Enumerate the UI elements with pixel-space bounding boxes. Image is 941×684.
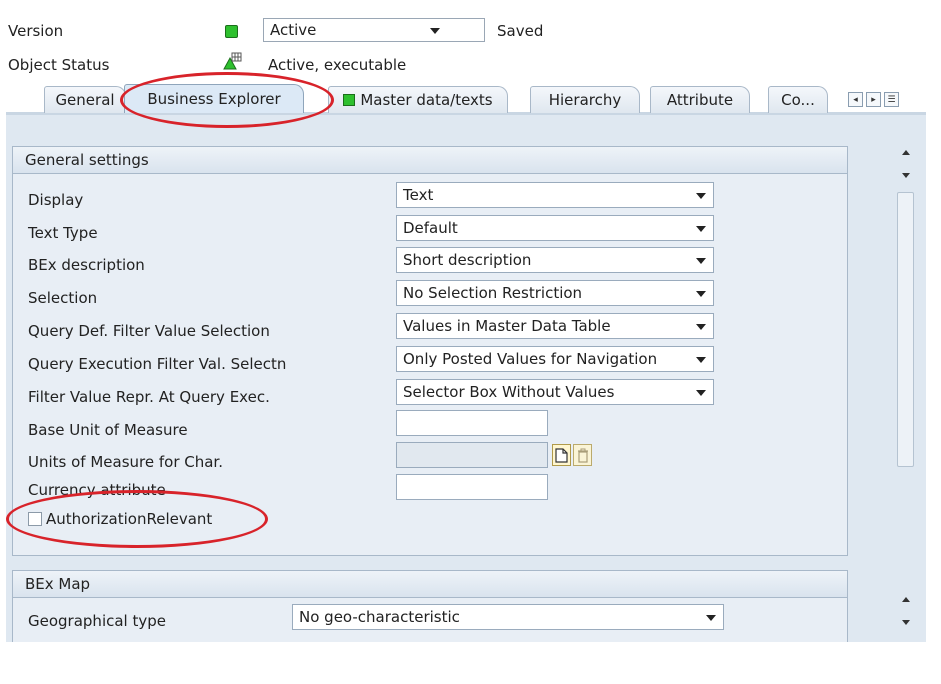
object-status-value: Active, executable bbox=[268, 56, 407, 74]
text-type-value: Default bbox=[403, 219, 458, 237]
chevron-down-icon[interactable] bbox=[696, 291, 706, 297]
tab-compounding[interactable]: Co... bbox=[768, 86, 828, 113]
bex-description-label: BEx description bbox=[28, 256, 145, 274]
query-def-filter-label: Query Def. Filter Value Selection bbox=[28, 322, 270, 340]
geographical-type-label: Geographical type bbox=[28, 612, 166, 630]
filter-value-repr-value: Selector Box Without Values bbox=[403, 383, 615, 401]
filter-value-repr-label: Filter Value Repr. At Query Exec. bbox=[28, 388, 270, 406]
tab-label: Hierarchy bbox=[548, 91, 622, 109]
geographical-type-value: No geo-characteristic bbox=[299, 608, 460, 626]
chevron-down-icon[interactable] bbox=[696, 357, 706, 363]
query-exec-filter-select[interactable]: Only Posted Values for Navigation bbox=[396, 346, 714, 372]
trash-icon bbox=[577, 448, 588, 463]
active-status-icon bbox=[343, 94, 356, 106]
query-def-filter-value: Values in Master Data Table bbox=[403, 317, 611, 335]
object-status-label: Object Status bbox=[8, 56, 110, 74]
selection-label: Selection bbox=[28, 289, 98, 307]
display-select[interactable]: Text bbox=[396, 182, 714, 208]
tab-scroll-left-button[interactable]: ◂ bbox=[848, 92, 863, 107]
tab-label: Business Explorer bbox=[147, 90, 281, 108]
query-exec-filter-label: Query Execution Filter Val. Selectn bbox=[28, 355, 287, 373]
text-type-select[interactable]: Default bbox=[396, 215, 714, 241]
bex-description-value: Short description bbox=[403, 251, 532, 269]
authorization-relevant-checkbox[interactable] bbox=[28, 512, 42, 526]
tab-attribute[interactable]: Attribute bbox=[650, 86, 750, 113]
currency-attribute-input[interactable] bbox=[396, 474, 548, 500]
tab-label: Attribute bbox=[666, 91, 734, 109]
authorization-relevant-label: AuthorizationRelevant bbox=[46, 510, 213, 528]
base-unit-input[interactable] bbox=[396, 410, 548, 436]
chevron-down-icon[interactable] bbox=[706, 615, 716, 621]
units-of-measure-input bbox=[396, 442, 548, 468]
scrollbar-thumb[interactable] bbox=[897, 192, 914, 467]
units-of-measure-label: Units of Measure for Char. bbox=[28, 453, 223, 471]
display-value: Text bbox=[403, 186, 434, 204]
tab-label: General bbox=[55, 91, 115, 109]
chevron-down-icon[interactable] bbox=[696, 390, 706, 396]
filter-value-repr-select[interactable]: Selector Box Without Values bbox=[396, 379, 714, 405]
geographical-type-select[interactable]: No geo-characteristic bbox=[292, 604, 724, 630]
create-document-button[interactable] bbox=[552, 444, 571, 466]
new-document-icon bbox=[555, 447, 568, 463]
tab-label: Co... bbox=[781, 91, 815, 109]
general-settings-title: General settings bbox=[13, 147, 847, 174]
bex-description-select[interactable]: Short description bbox=[396, 247, 714, 273]
selection-select[interactable]: No Selection Restriction bbox=[396, 280, 714, 306]
chevron-down-icon[interactable] bbox=[696, 226, 706, 232]
chevron-down-icon[interactable] bbox=[696, 258, 706, 264]
tab-scroll-right-button[interactable]: ▸ bbox=[866, 92, 881, 107]
tab-label: Master data/texts bbox=[360, 91, 493, 109]
version-select-value: Active bbox=[270, 21, 317, 39]
tab-business-explorer[interactable]: Business Explorer bbox=[124, 84, 304, 113]
chevron-down-icon[interactable] bbox=[696, 324, 706, 330]
version-select[interactable]: Active bbox=[263, 18, 485, 42]
scroll-up-icon[interactable] bbox=[902, 150, 910, 155]
chevron-down-icon[interactable] bbox=[430, 28, 440, 34]
currency-attribute-label: Currency attribute bbox=[28, 481, 166, 499]
tab-general[interactable]: General bbox=[44, 86, 126, 113]
display-label: Display bbox=[28, 191, 84, 209]
bex-map-title: BEx Map bbox=[13, 571, 847, 598]
text-type-label: Text Type bbox=[28, 224, 98, 242]
scroll-down-icon[interactable] bbox=[902, 620, 910, 625]
tab-master-data-texts[interactable]: Master data/texts bbox=[328, 86, 508, 113]
active-status-icon bbox=[225, 25, 238, 38]
delete-button[interactable] bbox=[573, 444, 592, 466]
chevron-down-icon[interactable] bbox=[696, 193, 706, 199]
executable-status-icon bbox=[223, 52, 243, 70]
query-exec-filter-value: Only Posted Values for Navigation bbox=[403, 350, 658, 368]
query-def-filter-select[interactable]: Values in Master Data Table bbox=[396, 313, 714, 339]
version-state: Saved bbox=[497, 22, 544, 40]
tab-list-button[interactable]: ☰ bbox=[884, 92, 899, 107]
scroll-down-icon[interactable] bbox=[902, 173, 910, 178]
version-label: Version bbox=[8, 22, 64, 40]
selection-value: No Selection Restriction bbox=[403, 284, 583, 302]
base-unit-label: Base Unit of Measure bbox=[28, 421, 188, 439]
tab-hierarchy[interactable]: Hierarchy bbox=[530, 86, 640, 113]
scroll-up-icon[interactable] bbox=[902, 597, 910, 602]
